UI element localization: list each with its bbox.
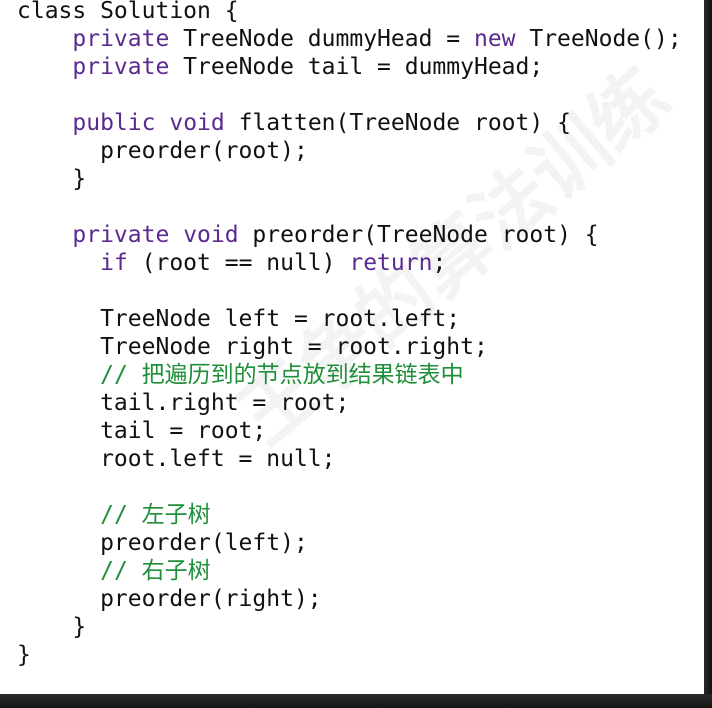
code-keyword: private bbox=[72, 54, 170, 80]
code-line: root.left = null; bbox=[17, 445, 682, 473]
code-comment: // 左子树 bbox=[100, 502, 211, 528]
code-text: } bbox=[17, 642, 31, 668]
code-text: TreeNode dummyHead = bbox=[169, 26, 474, 52]
code-line: // 把遍历到的节点放到结果链表中 bbox=[17, 361, 682, 389]
code-keyword: return bbox=[349, 250, 433, 276]
code-text: tail.right = root; bbox=[17, 390, 350, 416]
code-keyword: private bbox=[72, 222, 170, 248]
code-line: // 左子树 bbox=[17, 501, 682, 529]
code-line: } bbox=[17, 165, 682, 193]
code-line: } bbox=[17, 613, 682, 641]
code-line: tail.right = root; bbox=[17, 389, 682, 417]
bottom-frame-edge bbox=[0, 694, 712, 708]
code-text: TreeNode tail = dummyHead; bbox=[169, 54, 544, 80]
code-text: TreeNode right = root.right; bbox=[17, 334, 488, 360]
code-line: TreeNode left = root.left; bbox=[17, 305, 682, 333]
code-text: preorder(right); bbox=[17, 586, 322, 612]
code-text: } bbox=[17, 166, 87, 192]
code-text: TreeNode(); bbox=[515, 26, 682, 52]
code-keyword: if bbox=[100, 250, 128, 276]
code-keyword: public bbox=[72, 110, 156, 136]
code-line: ​ bbox=[17, 193, 682, 221]
code-block: class Solution { private TreeNode dummyH… bbox=[17, 0, 682, 669]
code-line: preorder(left); bbox=[17, 529, 682, 557]
code-text: (root == null) bbox=[127, 250, 350, 276]
code-text: root.left = null; bbox=[17, 446, 336, 472]
code-line: class Solution { bbox=[17, 0, 682, 25]
code-line: // 右子树 bbox=[17, 557, 682, 585]
code-screenshot-frame: 王争的算法训练 class Solution { private TreeNod… bbox=[0, 0, 704, 694]
code-line: } bbox=[17, 641, 682, 669]
code-text: TreeNode left = root.left; bbox=[17, 306, 461, 332]
code-line: tail = root; bbox=[17, 417, 682, 445]
right-frame-edge bbox=[704, 0, 712, 708]
code-line: ​ bbox=[17, 81, 682, 109]
code-text: } bbox=[17, 614, 87, 640]
code-text: flatten(TreeNode root) { bbox=[224, 110, 571, 136]
code-text: tail = root; bbox=[17, 418, 267, 444]
code-line: preorder(root); bbox=[17, 137, 682, 165]
code-line: if (root == null) return; bbox=[17, 249, 682, 277]
code-text: class Solution { bbox=[17, 0, 239, 24]
code-line: public void flatten(TreeNode root) { bbox=[17, 109, 682, 137]
code-keyword: private bbox=[72, 26, 170, 52]
code-line: ​ bbox=[17, 473, 682, 501]
code-keyword: new bbox=[473, 26, 516, 52]
code-line: ​ bbox=[17, 277, 682, 305]
code-comment: // 右子树 bbox=[100, 558, 211, 584]
code-text: ; bbox=[432, 250, 447, 276]
code-keyword: void bbox=[169, 110, 225, 136]
code-line: TreeNode right = root.right; bbox=[17, 333, 682, 361]
code-keyword: void bbox=[183, 222, 239, 248]
code-text: preorder(root); bbox=[17, 138, 308, 164]
code-text: preorder(left); bbox=[17, 530, 308, 556]
code-line: private TreeNode dummyHead = new TreeNod… bbox=[17, 25, 682, 53]
code-text: preorder(TreeNode root) { bbox=[238, 222, 599, 248]
code-line: preorder(right); bbox=[17, 585, 682, 613]
code-comment: // 把遍历到的节点放到结果链表中 bbox=[100, 362, 464, 388]
code-line: private TreeNode tail = dummyHead; bbox=[17, 53, 682, 81]
code-line: private void preorder(TreeNode root) { bbox=[17, 221, 682, 249]
